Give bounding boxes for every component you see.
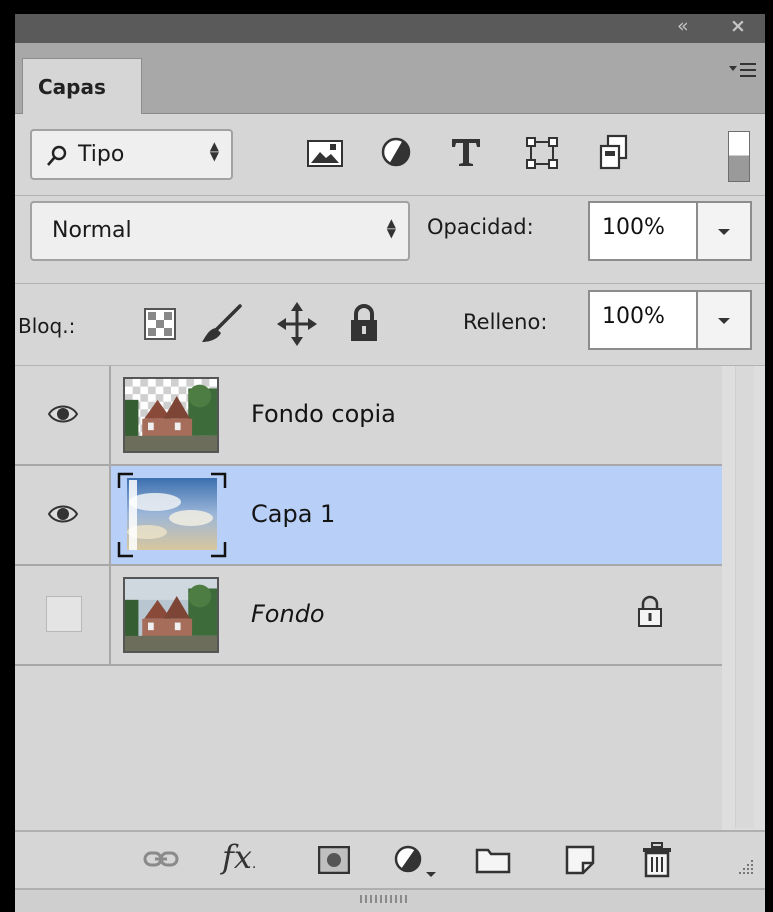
drag-handle-icon <box>360 895 407 903</box>
updown-arrows-icon: ▲ ▼ <box>209 139 219 163</box>
search-icon <box>47 145 67 166</box>
fill-dropdown-button[interactable] <box>696 290 752 350</box>
panel-resize-grip[interactable] <box>15 888 765 912</box>
lock-label: Bloq.: <box>18 314 76 338</box>
lock-image-pixels-icon[interactable] <box>200 304 244 346</box>
tab-label: Capas <box>38 75 106 99</box>
layer-style-fx-icon[interactable]: fx. <box>222 838 256 876</box>
visibility-toggle[interactable] <box>15 566 111 664</box>
visibility-empty-checkbox <box>46 596 82 632</box>
fill-input[interactable]: 100% <box>588 290 698 350</box>
tab-capas[interactable]: Capas <box>22 58 142 114</box>
double-chevron-left-icon[interactable]: « <box>677 16 689 36</box>
panel-tab-row: Capas <box>15 43 765 114</box>
layer-thumbnail <box>123 577 219 653</box>
layer-mask-icon[interactable] <box>318 846 350 874</box>
filter-toggle-icon[interactable] <box>728 131 750 182</box>
layer-name: Fondo copia <box>251 400 396 428</box>
type-filter-icon[interactable] <box>449 136 483 168</box>
blend-mode-select[interactable]: Normal ▲ ▼ <box>30 201 410 261</box>
filter-row: Tipo ▲ ▼ <box>15 114 765 196</box>
fill-value: 100% <box>602 304 665 329</box>
lock-all-icon[interactable] <box>348 303 380 343</box>
fill-label: Relleno: <box>463 310 548 334</box>
layers-panel: « × Capas Tipo ▲ ▼ Normal ▲ ▼ Opacidad: … <box>15 14 765 912</box>
new-group-icon[interactable] <box>475 846 511 874</box>
eye-icon <box>48 505 78 523</box>
resize-grip-icon[interactable] <box>733 858 755 880</box>
opacity-label: Opacidad: <box>427 215 534 239</box>
opacity-dropdown-button[interactable] <box>696 201 752 261</box>
filter-kind-label: Tipo <box>78 142 125 167</box>
lock-transparent-pixels-icon[interactable] <box>144 308 176 340</box>
layers-scrollbar[interactable] <box>735 366 754 828</box>
close-icon[interactable]: × <box>730 16 746 36</box>
image-filter-icon[interactable] <box>307 138 343 168</box>
layers-footer-toolbar: fx. <box>15 830 765 888</box>
layer-thumbnail <box>115 468 229 562</box>
panel-titlebar: « × <box>15 14 765 43</box>
eye-icon <box>48 405 78 423</box>
layer-name: Fondo <box>251 600 325 628</box>
layer-thumbnail <box>123 377 219 453</box>
layers-list: Fondo copia Capa 1 Fondo <box>15 366 765 830</box>
updown-arrows-icon: ▲ ▼ <box>386 216 396 240</box>
layer-row-selected[interactable]: Capa 1 <box>15 466 722 566</box>
opacity-value: 100% <box>602 215 665 240</box>
shape-filter-icon[interactable] <box>525 136 559 170</box>
adjustment-filter-icon[interactable] <box>380 136 412 168</box>
filter-kind-select[interactable]: Tipo ▲ ▼ <box>30 129 233 180</box>
visibility-toggle[interactable] <box>15 366 111 464</box>
panel-menu-icon[interactable] <box>729 59 757 81</box>
lock-position-icon[interactable] <box>277 302 317 346</box>
layer-name: Capa 1 <box>251 500 336 528</box>
adjustment-layer-icon[interactable] <box>394 844 438 878</box>
layer-row[interactable]: Fondo copia <box>15 366 722 466</box>
visibility-toggle[interactable] <box>15 466 111 564</box>
link-layers-icon[interactable] <box>143 848 179 870</box>
blend-row: Normal ▲ ▼ Opacidad: 100% <box>15 196 765 284</box>
smart-object-filter-icon[interactable] <box>598 134 630 170</box>
lock-row: Bloq.: Relleno: 100% <box>15 284 765 366</box>
layer-lock-icon[interactable] <box>637 594 663 628</box>
blend-mode-value: Normal <box>52 218 132 243</box>
delete-layer-icon[interactable] <box>642 842 672 878</box>
new-layer-icon[interactable] <box>565 845 595 875</box>
opacity-input[interactable]: 100% <box>588 201 698 261</box>
layer-row[interactable]: Fondo <box>15 566 722 666</box>
